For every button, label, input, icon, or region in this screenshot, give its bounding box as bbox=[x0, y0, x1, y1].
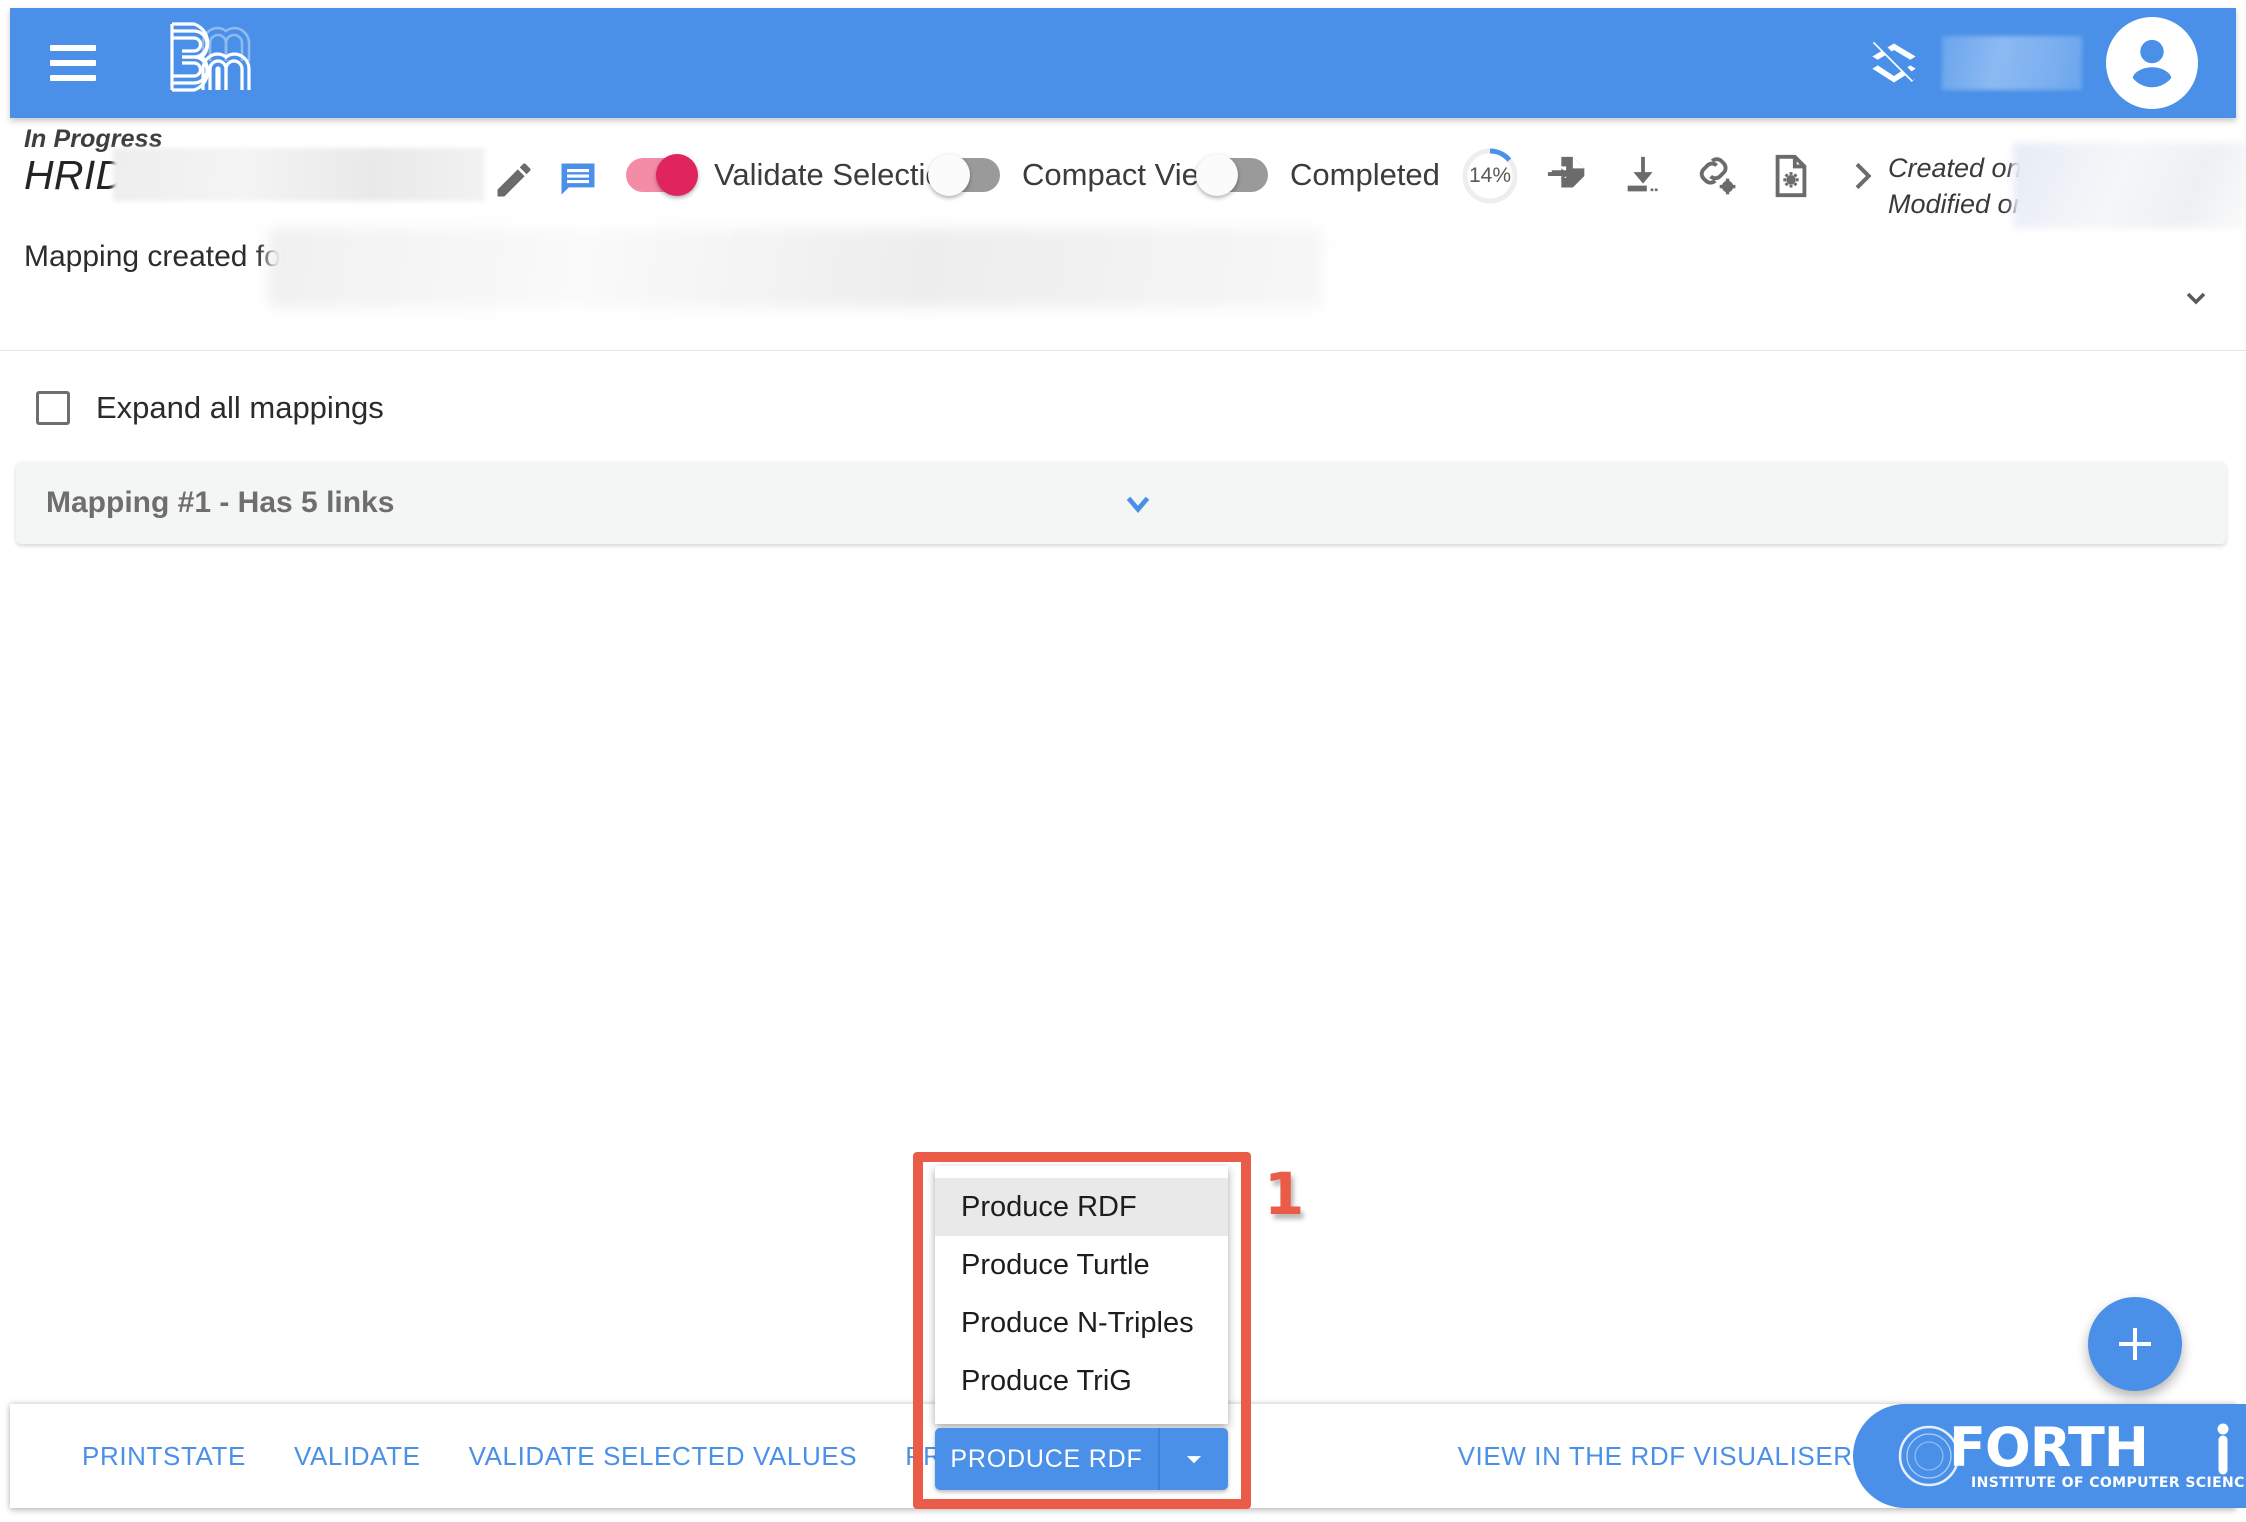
validate-button[interactable]: VALIDATE bbox=[294, 1441, 421, 1472]
view-in-rdf-visualiser-button[interactable]: VIEW IN THE RDF VISUALISER bbox=[1458, 1441, 1853, 1472]
mapping-card-title: Mapping #1 - Has 5 links bbox=[46, 486, 394, 520]
menu-item-produce-n-triples[interactable]: Produce N-Triples bbox=[935, 1294, 1228, 1352]
mapping-created-for-value-redacted bbox=[268, 228, 1323, 308]
dates-values-redacted bbox=[2013, 143, 2246, 228]
app-header bbox=[10, 8, 2236, 118]
toolbar-actions: 14% bbox=[1462, 148, 1882, 204]
download-icon[interactable] bbox=[1620, 153, 1666, 199]
add-fab-button[interactable] bbox=[2088, 1297, 2182, 1391]
avatar[interactable] bbox=[2106, 17, 2198, 109]
chevron-down-icon[interactable] bbox=[2176, 282, 2216, 314]
compact-view-label: Compact View bbox=[1022, 157, 1221, 193]
hamburger-menu-icon[interactable] bbox=[50, 45, 96, 81]
username-redacted bbox=[1942, 36, 2082, 90]
layers-off-icon[interactable] bbox=[1868, 37, 1920, 89]
progress-percent: 14% bbox=[1462, 148, 1518, 204]
menu-item-produce-rdf[interactable]: Produce RDF bbox=[935, 1178, 1228, 1236]
printstate-button[interactable]: PRINTSTATE bbox=[82, 1441, 246, 1472]
file-settings-icon[interactable] bbox=[1768, 153, 1814, 199]
mapping-card[interactable]: Mapping #1 - Has 5 links bbox=[16, 462, 2226, 544]
application-root: In Progress HRID. Validate Selections Co… bbox=[0, 0, 2246, 1522]
chevron-right-icon[interactable] bbox=[1842, 153, 1882, 199]
3m-logo[interactable] bbox=[146, 21, 296, 105]
expand-all-mappings-checkbox[interactable] bbox=[36, 391, 70, 425]
svg-text:INSTITUTE OF COMPUTER SCIENCE: INSTITUTE OF COMPUTER SCIENCE bbox=[1971, 1475, 2246, 1491]
mapping-created-for-panel: Mapping created for bbox=[0, 240, 2246, 350]
toggle-validate-selections[interactable]: Validate Selections bbox=[626, 157, 975, 193]
progress-ring: 14% bbox=[1462, 148, 1518, 204]
produce-rdf-split-button[interactable]: PRODUCE RDF bbox=[935, 1428, 1228, 1490]
expand-all-mappings-label: Expand all mappings bbox=[96, 390, 384, 426]
toggle-completed[interactable]: Completed bbox=[1202, 157, 1440, 193]
arrow-drop-down-icon[interactable] bbox=[1158, 1428, 1228, 1490]
completed-label: Completed bbox=[1290, 157, 1440, 193]
annotation-step-badge: 1 bbox=[1264, 1160, 1304, 1228]
pencil-icon[interactable] bbox=[492, 158, 536, 202]
expand-all-mappings-row[interactable]: Expand all mappings bbox=[36, 390, 384, 426]
compact-view-switch[interactable] bbox=[934, 158, 1000, 192]
section-divider bbox=[0, 350, 2246, 351]
import-file-icon[interactable] bbox=[1546, 153, 1592, 199]
produce-dropdown-menu[interactable]: Produce RDF Produce Turtle Produce N-Tri… bbox=[935, 1166, 1228, 1424]
forth-logo: FORTH INSTITUTE OF COMPUTER SCIENCE info… bbox=[1853, 1404, 2246, 1508]
mapping-card-chevron-down-icon[interactable] bbox=[1116, 484, 1160, 522]
produce-rdf-button-label[interactable]: PRODUCE RDF bbox=[935, 1428, 1158, 1490]
link-settings-icon[interactable] bbox=[1694, 153, 1740, 199]
mapping-created-for-label: Mapping created for bbox=[24, 240, 291, 274]
menu-item-produce-turtle[interactable]: Produce Turtle bbox=[935, 1236, 1228, 1294]
hrid-value-redacted bbox=[113, 148, 485, 201]
comment-icon[interactable] bbox=[556, 158, 600, 202]
svg-text:FORTH: FORTH bbox=[1949, 1416, 2148, 1479]
validate-selections-switch[interactable] bbox=[626, 158, 692, 192]
completed-switch[interactable] bbox=[1202, 158, 1268, 192]
validate-selected-values-button[interactable]: VALIDATE SELECTED VALUES bbox=[469, 1441, 858, 1472]
toggle-compact-view[interactable]: Compact View bbox=[934, 157, 1221, 193]
menu-item-produce-trig[interactable]: Produce TriG bbox=[935, 1352, 1228, 1410]
